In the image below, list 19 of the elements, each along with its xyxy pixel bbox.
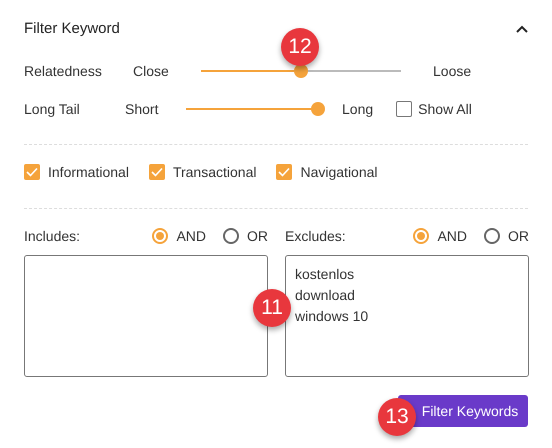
filter-label: Includes: [24, 226, 80, 246]
radio-label: OR [508, 226, 529, 246]
slider-label: Relatedness [24, 62, 103, 80]
panel-title: Filter Keyword [24, 18, 120, 39]
slider-min-label: Close [133, 62, 170, 80]
checkbox-label: Show All [418, 100, 472, 118]
radio-label: OR [247, 226, 268, 246]
filter-label: Excludes: [285, 226, 346, 246]
callout-tooltip: 12 [281, 28, 319, 66]
slider-max-label: Long [342, 100, 374, 119]
slider-max-label: Loose [433, 62, 472, 80]
checkbox-label: Informational [48, 162, 129, 182]
checkbox-label: Transactional [172, 162, 256, 182]
checkbox-label: Navigational [300, 162, 378, 182]
slider-min-label: Short [125, 100, 160, 118]
slider-label: Long Tail [24, 100, 81, 119]
radio-label: AND [437, 226, 467, 246]
radio-label: AND [176, 226, 206, 246]
callout-tooltip: 13 [378, 398, 416, 436]
